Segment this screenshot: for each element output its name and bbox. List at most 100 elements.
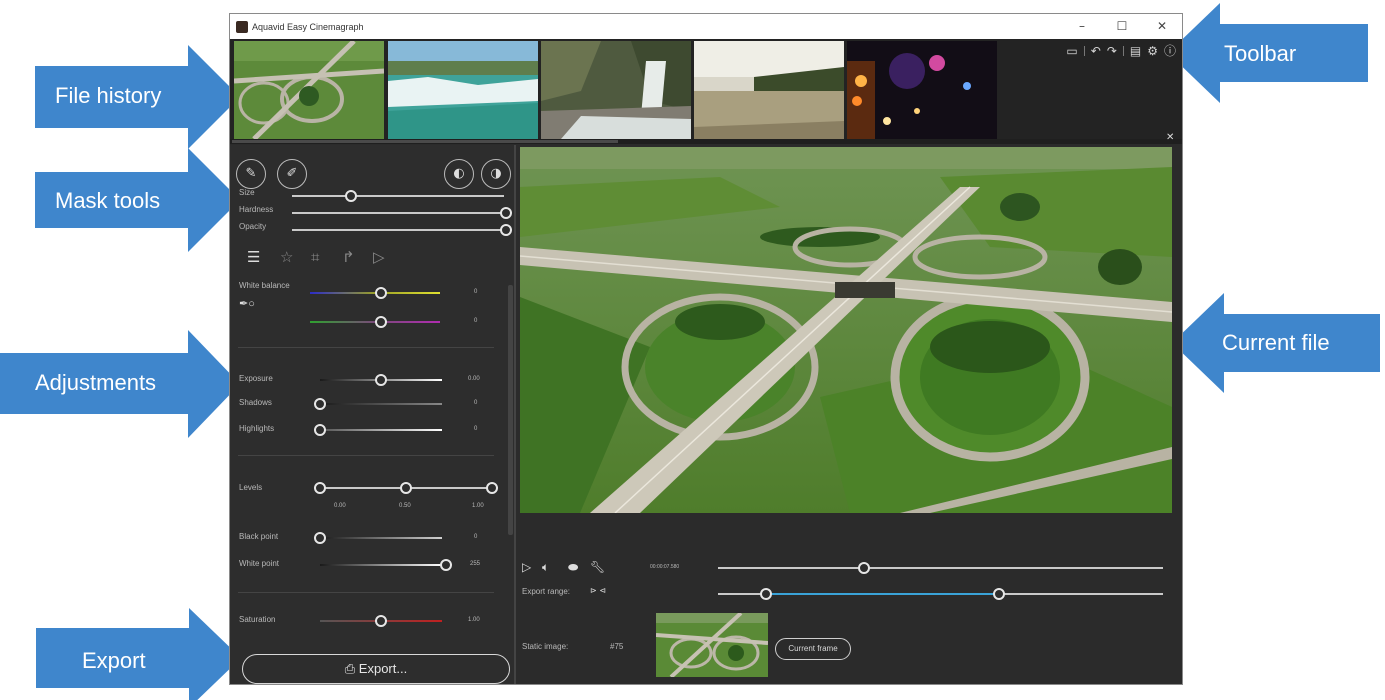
export-button[interactable]: ⎙ Export... <box>242 654 510 684</box>
timecode: 00:00:07.580 <box>650 564 680 570</box>
file-thumbnail-highway[interactable] <box>233 39 386 141</box>
static-image-thumbnail-picture <box>655 611 769 679</box>
black-point-label: Black point <box>239 532 279 541</box>
callout-export: Export <box>36 608 241 700</box>
exposure-knob[interactable] <box>375 374 387 386</box>
exposure-label: Exposure <box>239 374 273 383</box>
callout-export-label: Export <box>82 648 146 673</box>
close-button[interactable]: ✕ <box>1152 17 1172 35</box>
opacity-slider-track[interactable] <box>292 229 504 231</box>
callout-current-file-label: Current file <box>1222 330 1330 355</box>
shadows-label: Shadows <box>239 398 272 407</box>
adjustments-tab-icon[interactable]: ☰ <box>247 248 260 266</box>
white-point-label: White point <box>239 559 280 568</box>
minimize-button[interactable]: – <box>1072 17 1092 35</box>
settings-icon[interactable]: ⚙ <box>1147 44 1158 58</box>
playback-controls: ▷ 🔈︎ ⬬ 🔧︎ 00:00:07.580 Export range: ⊳ ⊲… <box>520 514 1180 684</box>
export-label: Export... <box>358 661 408 676</box>
close-preview-icon[interactable]: ✕ <box>1166 132 1174 143</box>
static-image-label: Static image: <box>522 642 569 651</box>
size-slider-knob[interactable] <box>345 190 357 202</box>
lake-shore-thumbnail-image <box>694 41 844 139</box>
section-divider <box>238 455 494 456</box>
hardness-label: Hardness <box>239 205 274 214</box>
highlights-track[interactable] <box>320 429 442 431</box>
current-frame-button[interactable]: Current frame <box>775 638 851 660</box>
app-window: Aquavid Easy Cinemagraph – ☐ ✕ ▭ ↶ ↷ ▤ ⚙… <box>229 13 1183 685</box>
file-thumbnail-lake-shore[interactable] <box>694 41 846 139</box>
app-icon <box>236 20 248 33</box>
export-range-end-knob[interactable] <box>993 588 1005 600</box>
speed-tab-icon[interactable]: ▷ <box>373 248 385 266</box>
info-icon[interactable]: ⓘ <box>1164 42 1176 59</box>
highlights-knob[interactable] <box>314 424 326 436</box>
mute-icon[interactable]: 🔈︎ <box>542 560 549 575</box>
file-thumbnail-mountain-waterfall[interactable] <box>541 41 693 139</box>
mask-fill-button[interactable]: ◐ <box>444 159 474 189</box>
current-file-preview[interactable] <box>520 147 1172 513</box>
highlights-label: Highlights <box>239 424 275 433</box>
play-icon[interactable]: ▷ <box>522 560 531 574</box>
static-image-thumbnail[interactable] <box>655 611 769 679</box>
range-start-icon[interactable]: ⊳ ⊲ <box>590 586 606 595</box>
export-icon: ⎙ <box>344 661 359 676</box>
export-range-selected[interactable] <box>766 593 999 595</box>
adjustments-scrollbar[interactable] <box>508 285 513 535</box>
section-divider <box>238 592 494 593</box>
callout-file-history: File history <box>35 45 240 155</box>
maximize-button[interactable]: ☐ <box>1112 17 1132 35</box>
undo-icon[interactable]: ↶ <box>1091 44 1101 58</box>
levels-white-knob[interactable] <box>486 482 498 494</box>
eyedropper-icon[interactable]: ✒○ <box>239 297 255 310</box>
file-thumbnail-waterfall-river[interactable] <box>388 41 540 139</box>
brush-erase-button[interactable]: ✐ <box>277 159 307 189</box>
white-point-knob[interactable] <box>440 559 452 571</box>
black-point-knob[interactable] <box>314 532 326 544</box>
saturation-knob[interactable] <box>375 615 387 627</box>
hardness-slider-track[interactable] <box>292 212 504 214</box>
toolbar: ▭ ↶ ↷ ▤ ⚙ ⓘ <box>1066 42 1182 59</box>
opacity-slider-knob[interactable] <box>500 224 512 236</box>
shadows-value: 0 <box>474 400 478 406</box>
white-point-value: 255 <box>470 561 481 567</box>
export-range-label: Export range: <box>522 587 571 596</box>
crop-tab-icon[interactable]: ⌗ <box>311 248 319 266</box>
mask-clear-button[interactable]: ◑ <box>481 159 511 189</box>
callout-toolbar: Toolbar <box>1168 3 1368 103</box>
window-icon[interactable]: ▭ <box>1066 44 1077 58</box>
shadows-knob[interactable] <box>314 398 326 410</box>
highway-interchange-image <box>520 147 1172 513</box>
wrench-icon[interactable]: 🔧︎ <box>590 560 605 574</box>
callout-adjustments-label: Adjustments <box>35 370 157 395</box>
wb-temperature-value: 0 <box>474 289 478 295</box>
file-history-bar: ▭ ↶ ↷ ▤ ⚙ ⓘ <box>230 39 1182 141</box>
levels-mid-knob[interactable] <box>400 482 412 494</box>
image-icon[interactable]: ▤ <box>1130 44 1141 58</box>
timeline-track[interactable] <box>718 567 1163 569</box>
callout-mask-tools-label: Mask tools <box>55 188 161 213</box>
timeline-playhead[interactable] <box>858 562 870 574</box>
history-scrollbar[interactable] <box>230 139 1182 144</box>
size-slider-track[interactable] <box>292 195 504 197</box>
wb-tint-knob[interactable] <box>375 316 387 328</box>
white-point-track[interactable] <box>320 564 442 566</box>
brush-add-button[interactable]: ✎ <box>236 159 266 189</box>
levels-black-knob[interactable] <box>314 482 326 494</box>
loop-icon[interactable]: ⬬ <box>568 560 578 575</box>
night-city-thumbnail-image <box>847 41 997 139</box>
wb-temperature-knob[interactable] <box>375 287 387 299</box>
white-balance-label: White balance <box>239 281 290 290</box>
black-point-track[interactable] <box>320 537 442 539</box>
export-range-start-knob[interactable] <box>760 588 772 600</box>
rotate-tab-icon[interactable]: ↱ <box>342 248 355 266</box>
levels-tick-high: 1.00 <box>472 503 484 509</box>
callout-file-history-label: File history <box>55 83 162 108</box>
history-scroll-thumb[interactable] <box>232 140 618 143</box>
file-thumbnail-night-city[interactable] <box>847 41 999 139</box>
size-label: Size <box>239 188 255 197</box>
favorites-tab-icon[interactable]: ☆ <box>280 248 293 266</box>
highway-thumbnail-image <box>233 39 385 141</box>
redo-icon[interactable]: ↷ <box>1107 44 1117 58</box>
shadows-track[interactable] <box>320 403 442 405</box>
hardness-slider-knob[interactable] <box>500 207 512 219</box>
